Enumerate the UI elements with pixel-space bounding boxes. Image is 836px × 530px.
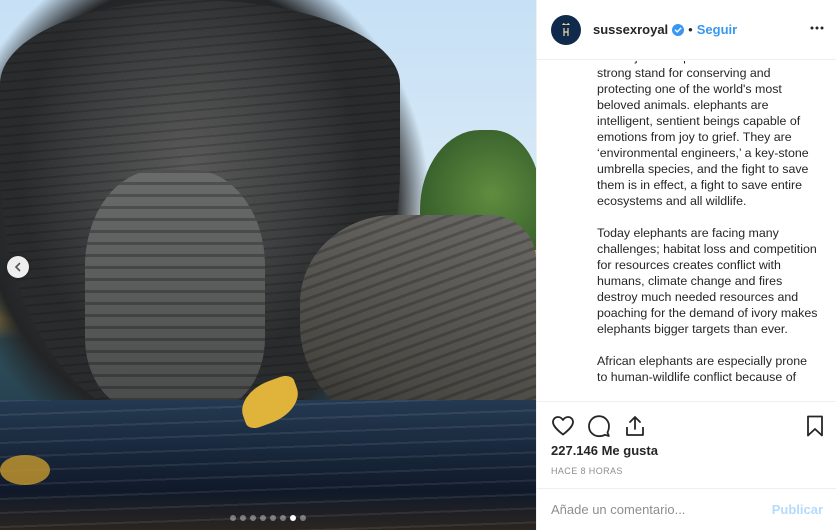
caption-text: the majestic elephant and to make a stro… — [597, 61, 819, 401]
username[interactable]: sussexroyal — [593, 22, 668, 37]
comment-bar: Publicar — [537, 488, 836, 530]
carousel-dot — [280, 515, 286, 521]
likes-count[interactable]: 227.146 Me gusta — [551, 443, 658, 458]
share-icon[interactable] — [623, 414, 647, 438]
post-timestamp[interactable]: HACE 8 HORAS — [551, 466, 623, 476]
follow-button[interactable]: Seguir — [697, 22, 737, 37]
carousel-dot — [290, 515, 296, 521]
carousel-prev-button[interactable] — [7, 256, 29, 278]
post-sidebar: sussexroyal • Seguir the majestic elepha… — [536, 0, 836, 530]
more-options-icon[interactable] — [809, 20, 825, 36]
carousel-dot — [250, 515, 256, 521]
elephant-trunk — [85, 170, 265, 410]
avatar[interactable] — [551, 14, 581, 45]
publish-button[interactable]: Publicar — [772, 502, 823, 517]
royal-monogram-icon — [562, 22, 570, 36]
caption-paragraph: African elephants are especially prone t… — [597, 354, 808, 384]
carousel-dot — [300, 515, 306, 521]
post-photo[interactable] — [0, 0, 536, 530]
comment-icon[interactable] — [587, 414, 611, 438]
floating-leaf — [0, 455, 50, 485]
carousel-dot — [230, 515, 236, 521]
caption-paragraph: the majestic elephant and to make a stro… — [597, 61, 809, 208]
separator-dot: • — [688, 22, 693, 37]
verified-badge-icon — [672, 23, 685, 36]
chevron-left-icon — [14, 262, 21, 272]
caption-paragraph: Today elephants are facing many challeng… — [597, 226, 818, 336]
heart-icon[interactable] — [551, 414, 575, 438]
carousel-dot — [260, 515, 266, 521]
post-header: sussexroyal • Seguir — [537, 0, 836, 60]
carousel-indicators — [0, 515, 536, 521]
carousel-dot — [270, 515, 276, 521]
bookmark-icon[interactable] — [803, 414, 827, 438]
caption-scroll-area[interactable]: the majestic elephant and to make a stro… — [537, 61, 836, 401]
carousel-dot — [240, 515, 246, 521]
comment-input[interactable] — [551, 502, 772, 517]
